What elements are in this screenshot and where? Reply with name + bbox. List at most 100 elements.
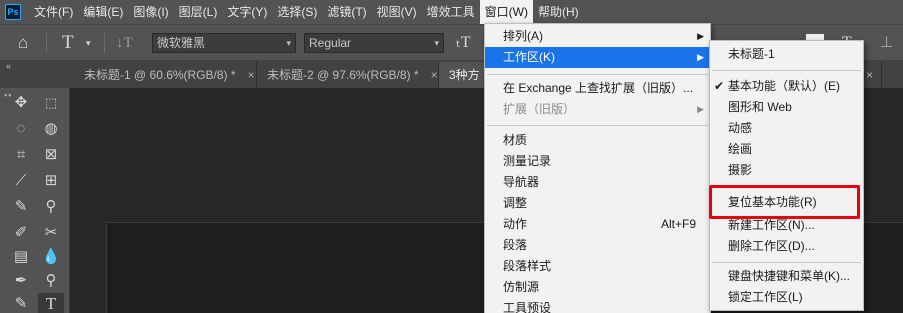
divider — [104, 33, 105, 53]
menu-layer[interactable]: 图层(L) — [174, 0, 223, 24]
window-menu: 排列(A) ▶ 工作区(K) ▶ 在 Exchange 上查找扩展（旧版）... 扩… — [484, 23, 711, 313]
document-tab[interactable]: 未标题-1 @ 60.6%(RGB/8) * × — [74, 62, 257, 88]
document-tab[interactable]: 未标题-2 @ 97.6%(RGB/8) * × — [257, 62, 439, 88]
menu-item-measurement-log[interactable]: 测量记录 — [485, 151, 710, 172]
history-brush-tool-icon[interactable]: ✐ — [8, 222, 34, 244]
menu-item-clone-source[interactable]: 仿制源 — [485, 277, 710, 298]
eraser-tool-icon[interactable]: ✂ — [38, 222, 64, 244]
menu-item-label: 动感 — [728, 121, 753, 135]
menu-item-find-extensions[interactable]: 在 Exchange 上查找扩展（旧版）... — [485, 78, 710, 99]
font-family-value: 微软雅黑 — [157, 36, 206, 50]
font-style-value: Regular — [309, 36, 352, 50]
marquee-tool-icon[interactable]: ⬚ — [38, 92, 64, 114]
menu-item-label: 导航器 — [503, 175, 540, 189]
brush-tool-icon[interactable]: ✎ — [8, 196, 34, 218]
menu-edit[interactable]: 编辑(E) — [78, 0, 128, 24]
menu-item-graphic-web[interactable]: 图形和 Web — [710, 97, 863, 118]
workspace-submenu: 未标题-1 ✔ 基本功能（默认）(E) 图形和 Web 动感 绘画 摄影 复位基本… — [709, 40, 864, 311]
menu-file[interactable]: 文件(F) — [29, 0, 78, 24]
menu-item-lock-workspace[interactable]: 锁定工作区(L) — [710, 287, 863, 308]
menu-image[interactable]: 图像(I) — [128, 0, 173, 24]
submenu-arrow-icon: ▶ — [697, 104, 704, 114]
tab-overflow[interactable]: × — [862, 62, 882, 88]
checkmark-icon: ✔ — [714, 79, 725, 93]
menu-item-label: 摄影 — [728, 163, 753, 177]
menu-item-label: 工作区(K) — [503, 50, 555, 64]
menu-item-label: 工具预设 — [503, 301, 552, 313]
menu-item-label: 新建工作区(N)... — [728, 218, 815, 232]
submenu-arrow-icon: ▶ — [697, 31, 704, 41]
menu-item-actions[interactable]: 动作 Alt+F9 — [485, 214, 710, 235]
menu-item-photography[interactable]: 摄影 — [710, 160, 863, 181]
gradient-tool-icon[interactable]: ▤ — [8, 246, 34, 268]
move-tool-icon[interactable]: ✥ — [8, 92, 34, 114]
chevron-down-icon: ▾ — [286, 38, 291, 48]
spot-healing-tool-icon[interactable]: ⊞ — [38, 170, 64, 192]
menu-item-label: 调整 — [503, 196, 528, 210]
close-icon[interactable]: × — [431, 68, 438, 82]
menu-separator — [487, 74, 708, 75]
menu-item-label: 锁定工作区(L) — [728, 290, 803, 304]
menu-view[interactable]: 视图(V) — [372, 0, 422, 24]
quick-selection-tool-icon[interactable]: ◍ — [38, 118, 64, 140]
close-icon[interactable]: × — [866, 68, 873, 82]
menu-item-tool-presets[interactable]: 工具预设 — [485, 298, 710, 313]
blur-tool-icon[interactable]: 💧 — [38, 246, 64, 268]
menu-separator — [712, 70, 861, 71]
horizontal-type-tool-icon[interactable]: T — [62, 25, 74, 61]
cancel-transform-icon[interactable]: ⊥ — [880, 25, 893, 61]
menu-item-label: 键盘快捷键和菜单(K)... — [728, 269, 850, 283]
chevron-down-icon[interactable]: ▾ — [86, 25, 91, 61]
menu-type[interactable]: 文字(Y) — [222, 0, 272, 24]
menu-item-label: 仿制源 — [503, 280, 540, 294]
menu-item-navigator[interactable]: 导航器 — [485, 172, 710, 193]
menu-item-label: 绘画 — [728, 142, 753, 156]
home-icon[interactable]: ⌂ — [18, 25, 28, 61]
divider — [46, 33, 47, 53]
menu-bar: Ps 文件(F) 编辑(E) 图像(I) 图层(L) 文字(Y) 选择(S) 滤… — [0, 0, 903, 24]
menu-item-label: 在 Exchange 上查找扩展（旧版）... — [503, 81, 694, 95]
menu-help[interactable]: 帮助(H) — [533, 0, 584, 24]
font-style-select[interactable]: Regular ▾ — [304, 33, 444, 53]
menu-item-painting[interactable]: 绘画 — [710, 139, 863, 160]
close-icon[interactable]: × — [248, 68, 255, 82]
tools-panel: ▪▪ ✥ ⬚ ◌ ◍ ⌗ ⊠ ⟋ ⊞ ✎ ⚲ ✐ ✂ ▤ 💧 ✒ ⚲ ✎ T — [0, 88, 70, 313]
menu-item-adjustments[interactable]: 调整 — [485, 193, 710, 214]
menu-item-label: 测量记录 — [503, 154, 552, 168]
menu-item-arrange[interactable]: 排列(A) ▶ — [485, 26, 710, 47]
crop-tool-icon[interactable]: ⌗ — [8, 144, 34, 166]
pen-tool-icon[interactable]: ⚲ — [38, 270, 64, 292]
menu-item-materials[interactable]: 材质 — [485, 130, 710, 151]
menu-item-delete-workspace[interactable]: 删除工作区(D)... — [710, 236, 863, 257]
menu-item-label: 图形和 Web — [728, 100, 792, 114]
font-size-icon[interactable]: ₜT — [456, 25, 471, 61]
toggle-text-orientation-icon[interactable]: ↓T — [116, 25, 133, 61]
menu-item-label: 段落样式 — [503, 259, 552, 273]
menu-item-workspace[interactable]: 工作区(K) ▶ — [485, 47, 710, 68]
dodge-tool-icon[interactable]: ✒ — [8, 270, 34, 292]
menu-item-label: 基本功能（默认）(E) — [728, 79, 840, 93]
menu-item-motion[interactable]: 动感 — [710, 118, 863, 139]
type-tool-icon[interactable]: T — [38, 293, 64, 313]
menu-item-paragraph[interactable]: 段落 — [485, 235, 710, 256]
menu-item-label: 排列(A) — [503, 29, 543, 43]
path-selection-tool-icon[interactable]: ✎ — [8, 293, 34, 313]
menu-item-keyboard-shortcuts[interactable]: 键盘快捷键和菜单(K)... — [710, 266, 863, 287]
lasso-tool-icon[interactable]: ◌ — [8, 118, 34, 140]
collapse-panel-icon[interactable]: « — [6, 61, 11, 71]
submenu-arrow-icon: ▶ — [697, 52, 704, 62]
eyedropper-tool-icon[interactable]: ⟋ — [8, 170, 34, 192]
menu-select[interactable]: 选择(S) — [272, 0, 322, 24]
clone-stamp-tool-icon[interactable]: ⚲ — [38, 196, 64, 218]
chevron-down-icon: ▾ — [434, 38, 439, 48]
tab-label: 未标题-2 @ 97.6%(RGB/8) * — [267, 68, 419, 82]
menu-plugins[interactable]: 增效工具 — [422, 0, 480, 24]
frame-tool-icon[interactable]: ⊠ — [38, 144, 64, 166]
menu-filter[interactable]: 滤镜(T) — [322, 0, 371, 24]
menu-item-paragraph-styles[interactable]: 段落样式 — [485, 256, 710, 277]
font-family-select[interactable]: 微软雅黑 ▾ — [152, 33, 296, 53]
menu-item-label: 材质 — [503, 133, 528, 147]
menu-item-essentials[interactable]: ✔ 基本功能（默认）(E) — [710, 76, 863, 97]
menu-window[interactable]: 窗口(W) — [479, 0, 533, 24]
menu-item-workspace-untitled[interactable]: 未标题-1 — [710, 44, 863, 65]
